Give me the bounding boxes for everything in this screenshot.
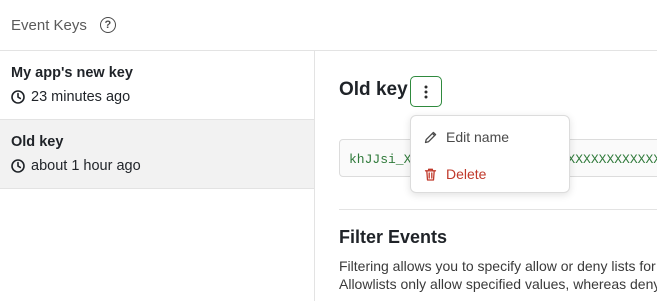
key-options-menu: Edit name Delete [410,115,570,193]
question-circle-icon[interactable]: ? [99,17,116,33]
filter-events-description: Filtering allows you to specify allow or… [339,257,657,293]
more-options-button[interactable] [410,76,442,107]
trash-icon [423,167,438,182]
delete-label: Delete [446,166,487,182]
edit-name-label: Edit name [446,129,510,145]
event-keys-list: My app's new key 23 minutes ago Old key … [0,51,315,301]
event-key-item-selected[interactable]: Old key about 1 hour ago [0,120,314,189]
event-key-time-row: about 1 hour ago [11,158,314,174]
event-key-title: Old key [339,79,408,100]
pencil-icon [423,130,438,145]
page-title: Event Keys [11,16,87,34]
filter-events-title: Filter Events [339,227,448,247]
filter-events-line: Filtering allows you to specify allow or… [339,258,656,274]
edit-name-menu-item[interactable]: Edit name [411,122,569,152]
event-key-time: about 1 hour ago [31,158,141,174]
clock-icon [11,90,25,104]
event-key-time: 23 minutes ago [31,89,131,105]
delete-menu-item[interactable]: Delete [411,159,569,189]
event-key-item[interactable]: My app's new key 23 minutes ago [0,51,314,120]
filter-events-line: Allowlists only allow specified values, … [339,276,657,292]
clock-icon [11,159,25,173]
vertical-dots-icon [424,85,428,99]
event-key-name: My app's new key [11,65,133,81]
event-key-name: Old key [11,134,64,150]
event-key-time-row: 23 minutes ago [11,89,314,105]
page-header: Event Keys ? [0,0,657,51]
section-divider [339,209,657,210]
